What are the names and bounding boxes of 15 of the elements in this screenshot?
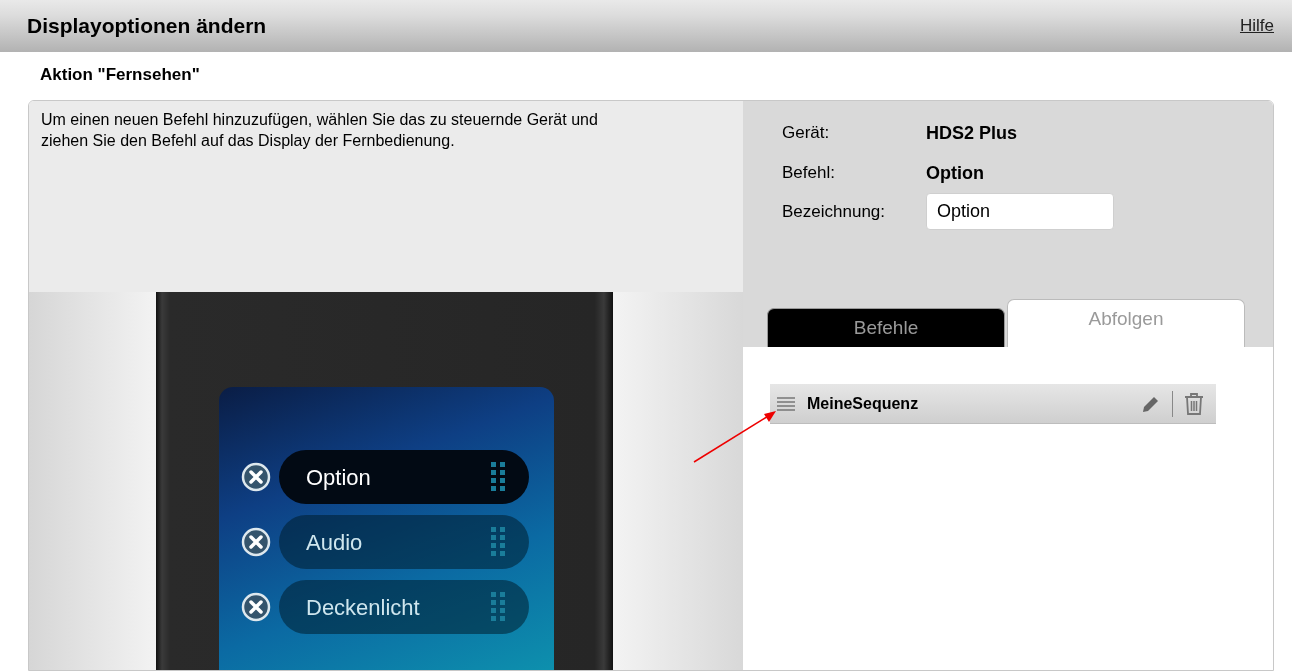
name-input[interactable]: Option <box>926 193 1114 230</box>
field-label: Gerät: <box>782 122 831 145</box>
field-label: Bezeichnung: <box>782 200 887 223</box>
command-item[interactable]: Deckenlicht <box>279 580 529 634</box>
field-value: Option <box>926 161 984 185</box>
command-item[interactable]: Option <box>279 450 529 504</box>
sequence-item[interactable]: MeineSequenz <box>770 384 1216 424</box>
instruction-text: Um einen neuen Befehl hinzuzufügen, wählen Sie das zu steuernde Gerät und ziehen Sie den Befehl auf das Display der Fernbedienung. <box>41 111 598 149</box>
help-link[interactable]: Hilfe <box>1240 13 1274 39</box>
field-label: Befehl: <box>782 162 836 185</box>
field-value: HDS2 Plus <box>926 121 1018 145</box>
action-title: Aktion "Fernsehen" <box>40 65 200 84</box>
tab[interactable]: Befehle <box>767 308 1005 347</box>
dialog-title: Displayoptionen ändern <box>27 13 267 40</box>
command-item[interactable]: Audio <box>279 515 529 569</box>
